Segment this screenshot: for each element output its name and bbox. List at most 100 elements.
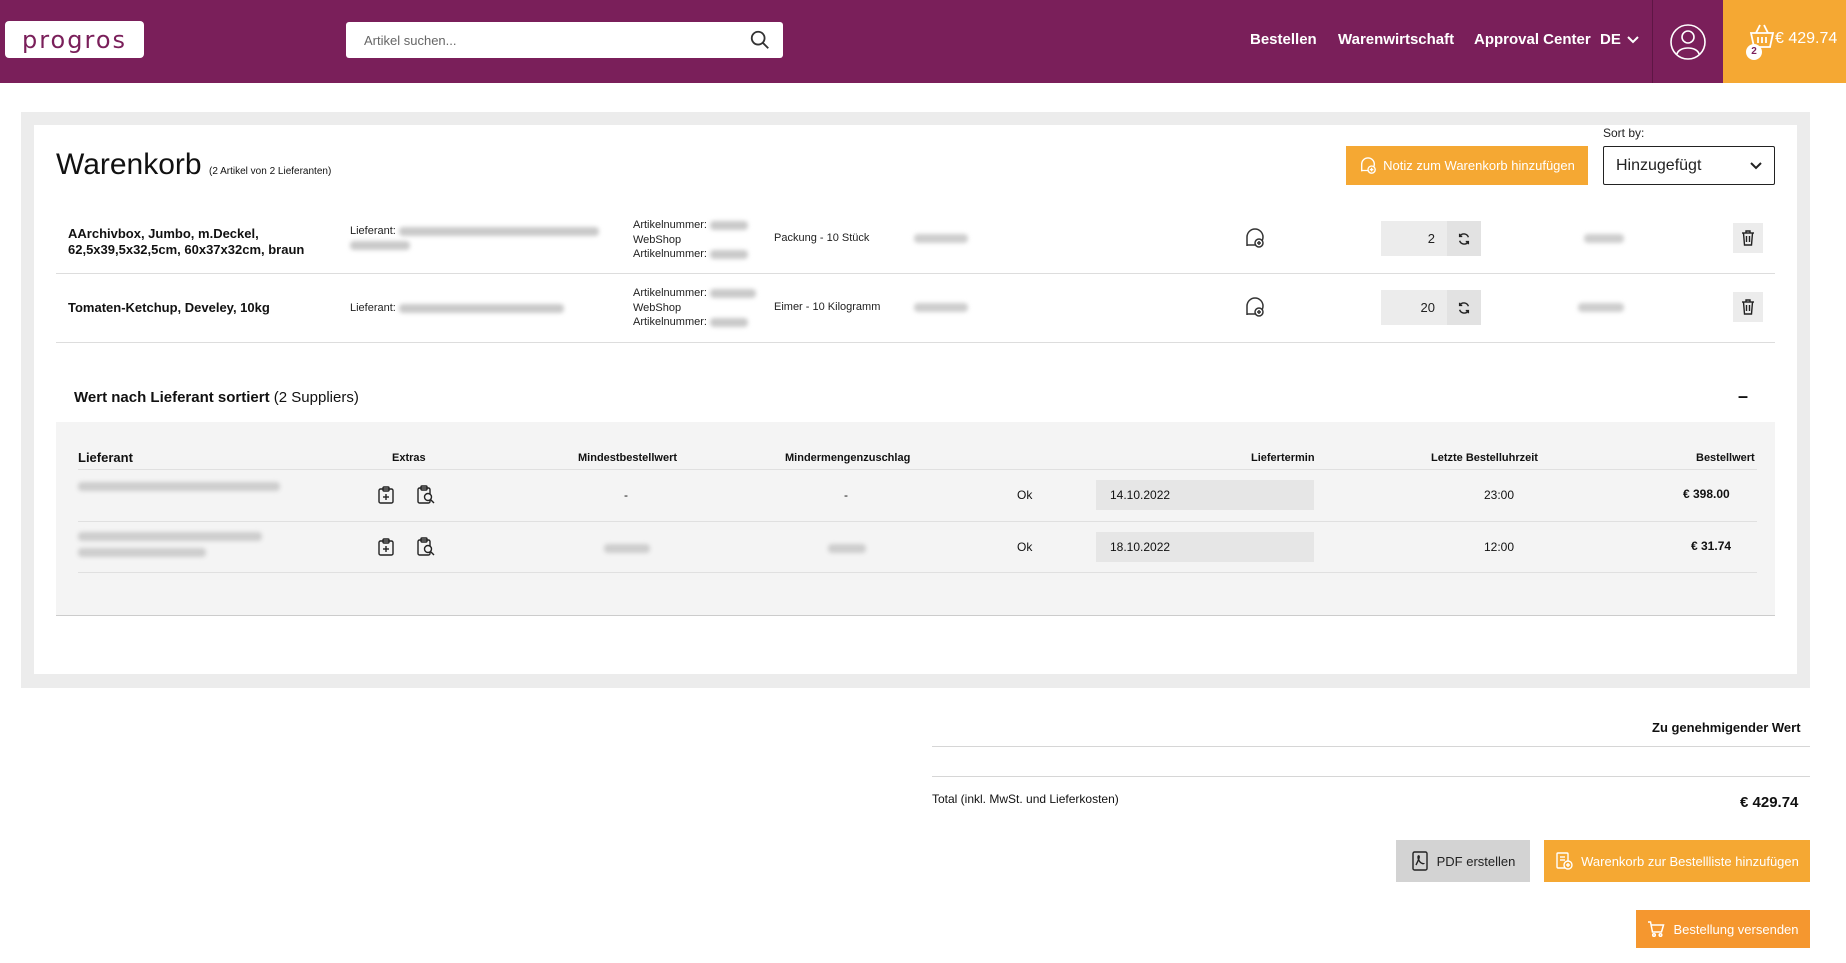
document-search-icon[interactable] [416, 537, 436, 557]
column-header-extras: Extras [392, 452, 426, 464]
add-note-icon[interactable] [1244, 228, 1266, 250]
add-to-order-list-label: Warenkorb zur Bestellliste hinzufügen [1581, 853, 1799, 869]
clipboard-info-icon[interactable] [376, 537, 396, 557]
search-input[interactable] [346, 22, 736, 58]
item-packaging: Packung - 10 Stück [774, 232, 870, 244]
update-quantity-button[interactable] [1447, 221, 1481, 256]
create-pdf-button[interactable]: PDF erstellen [1396, 840, 1530, 882]
list-add-icon [1556, 852, 1573, 870]
item-article-numbers: Artikelnummer: WebShop Artikelnummer: [633, 218, 749, 262]
item-name-line: 62,5x39,5x32,5cm, 60x37x32cm, braun [68, 242, 305, 257]
order-value: € 398.00 [1683, 487, 1730, 501]
supplier-label: Lieferant: [350, 225, 396, 237]
trash-icon [1742, 230, 1754, 246]
min-surcharge-redacted [828, 544, 866, 553]
order-value: € 31.74 [1691, 539, 1732, 553]
last-order-time: 23:00 [1484, 488, 1515, 502]
supplier-name-redacted [78, 482, 280, 491]
progros-logo[interactable]: progros [5, 21, 144, 58]
top-navigation-bar: progros Bestellen Warenwirtschaft Approv… [0, 0, 1846, 83]
total-value: € 429.74 [1740, 794, 1799, 811]
quantity-input[interactable] [1381, 221, 1447, 256]
user-profile-button[interactable] [1652, 0, 1723, 83]
min-order-value: - [624, 488, 628, 502]
add-to-order-list-button[interactable]: Warenkorb zur Bestellliste hinzufügen [1544, 840, 1810, 882]
supplier-name-redacted [398, 226, 599, 236]
min-order-redacted [604, 544, 650, 553]
line-total-redacted [1578, 303, 1624, 312]
unit-price-redacted [914, 303, 968, 312]
supplier-summary-title-bold: Wert nach Lieferant sortiert [74, 389, 270, 406]
total-label: Total (inkl. MwSt. und Lieferkosten) [932, 792, 1119, 806]
supplier-row: - - Ok 14.10.2022 23:00 € 398.00 [78, 469, 1757, 521]
language-label: DE [1600, 31, 1621, 48]
nav-bestellen[interactable]: Bestellen [1250, 31, 1317, 48]
article-number-redacted [710, 288, 757, 298]
add-note-icon[interactable] [1244, 297, 1266, 319]
clipboard-info-icon[interactable] [376, 485, 396, 505]
item-supplier: Lieferant: [350, 301, 564, 315]
refresh-icon [1458, 301, 1470, 314]
add-cart-note-label: Notiz zum Warenkorb hinzufügen [1383, 158, 1575, 173]
divider [932, 776, 1810, 777]
article-number-label: Artikelnummer: [633, 316, 707, 328]
cart-total: € 429.74 [1775, 30, 1838, 47]
article-number-redacted [710, 249, 749, 259]
supplier-name-redacted [350, 240, 410, 250]
status-text: Ok [1017, 540, 1033, 554]
sort-label: Sort by: [1603, 126, 1645, 140]
collapse-toggle[interactable]: – [1738, 386, 1748, 407]
nav-warenwirtschaft[interactable]: Warenwirtschaft [1338, 31, 1454, 48]
item-name: Tomaten-Ketchup, Develey, 10kg [68, 300, 270, 315]
column-header-last-order-time: Letzte Bestelluhrzeit [1431, 452, 1538, 464]
cart-button[interactable]: 2 € 429.74 [1723, 0, 1846, 83]
send-order-label: Bestellung versenden [1673, 921, 1799, 937]
cart-item-row: AArchivbox, Jumbo, m.Deckel, 62,5x39,5x3… [56, 206, 1775, 274]
document-search-icon[interactable] [416, 485, 436, 505]
article-number-label: Artikelnummer: [633, 248, 707, 260]
line-total-redacted [1584, 234, 1624, 243]
send-order-button[interactable]: Bestellung versenden [1636, 910, 1810, 948]
column-header-delivery-date: Liefertermin [1251, 452, 1315, 464]
search-icon[interactable] [749, 29, 771, 51]
delete-item-button[interactable] [1733, 223, 1763, 253]
supplier-summary-title: Wert nach Lieferant sortiert (2 Supplier… [74, 389, 359, 406]
language-selector[interactable]: DE [1600, 31, 1639, 48]
add-cart-note-button[interactable]: Notiz zum Warenkorb hinzufügen [1346, 146, 1588, 185]
search-bar [346, 22, 783, 58]
column-header-min-surcharge: Mindermengenzuschlag [785, 452, 911, 464]
supplier-summary-count: (2 Suppliers) [273, 389, 359, 406]
pdf-icon [1411, 851, 1428, 871]
refresh-icon [1458, 232, 1470, 245]
status-text: Ok [1017, 488, 1033, 502]
trash-icon [1742, 299, 1754, 315]
user-icon [1670, 23, 1706, 60]
item-article-numbers: Artikelnummer: WebShop Artikelnummer: [633, 286, 757, 330]
cart-item-row: Tomaten-Ketchup, Develey, 10kg Lieferant… [56, 274, 1775, 343]
delivery-date-field[interactable]: 18.10.2022 [1096, 532, 1314, 562]
update-quantity-button[interactable] [1447, 290, 1481, 325]
min-surcharge-value: - [844, 488, 848, 502]
article-number-label: Artikelnummer: [633, 287, 707, 299]
sort-select[interactable]: Hinzugefügt [1603, 146, 1775, 185]
column-header-supplier: Lieferant [78, 450, 133, 465]
create-pdf-label: PDF erstellen [1436, 853, 1516, 869]
quantity-input[interactable] [1381, 290, 1447, 325]
supplier-name-redacted [398, 303, 564, 313]
nav-approval-center[interactable]: Approval Center [1474, 31, 1591, 48]
delete-item-button[interactable] [1733, 292, 1763, 322]
supplier-label: Lieferant: [350, 302, 396, 314]
chevron-down-icon [1627, 35, 1639, 43]
article-number-redacted [710, 317, 749, 327]
item-supplier: Lieferant: [350, 224, 599, 252]
delivery-date-field[interactable]: 14.10.2022 [1096, 480, 1314, 510]
column-header-order-value: Bestellwert [1696, 452, 1755, 464]
unit-price-redacted [914, 234, 968, 243]
article-number-label: Artikelnummer: [633, 219, 707, 231]
column-header-min-order: Mindestbestellwert [578, 452, 678, 464]
sort-value: Hinzugefügt [1616, 156, 1702, 174]
webshop-label: WebShop [633, 233, 682, 246]
supplier-name-redacted [78, 532, 262, 541]
logo-text: progros [21, 25, 128, 54]
divider [932, 746, 1810, 747]
